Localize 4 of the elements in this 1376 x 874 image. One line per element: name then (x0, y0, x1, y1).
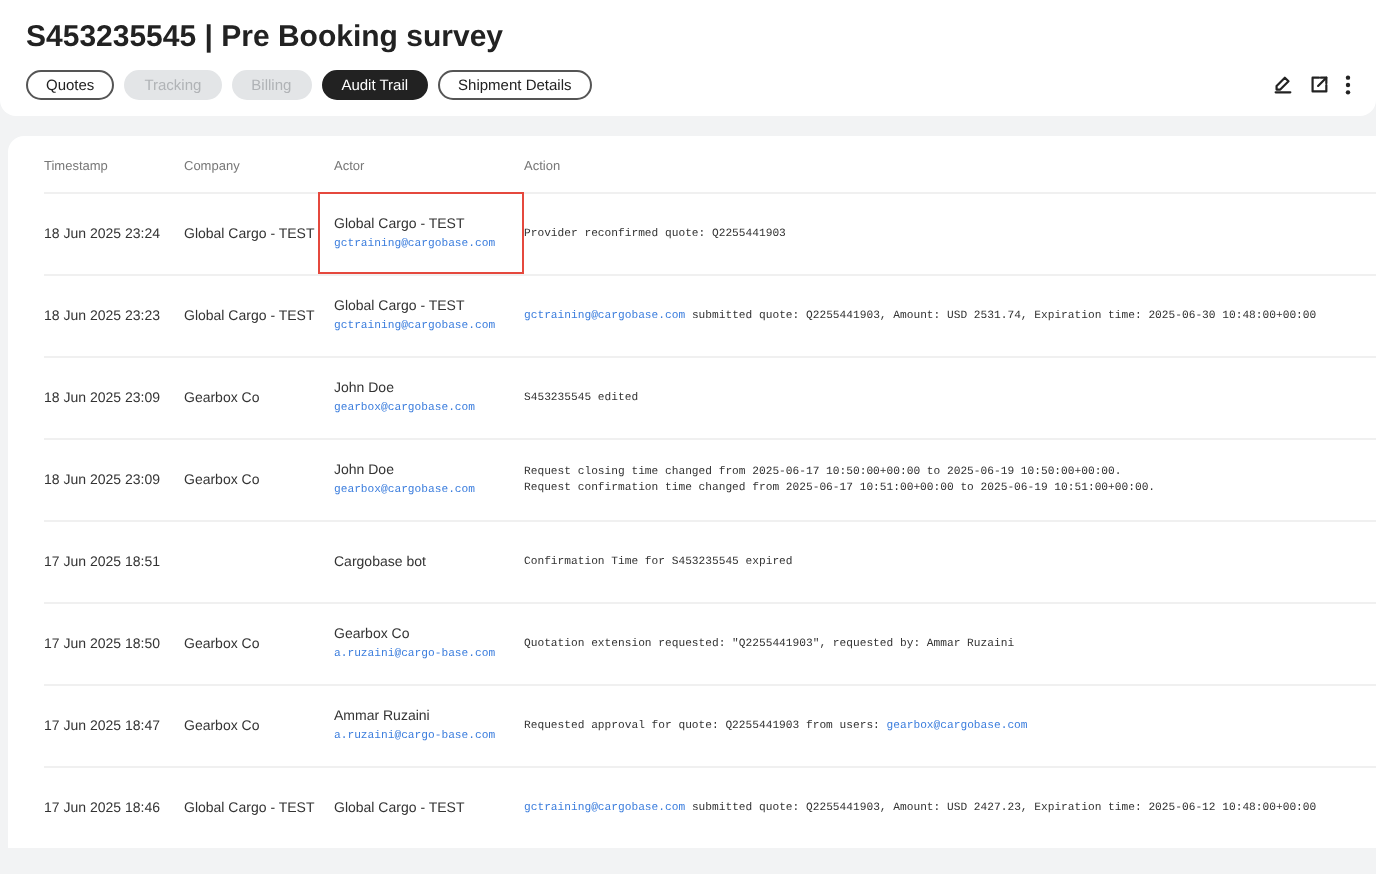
page-title: S453235545 | Pre Booking survey (26, 20, 505, 54)
edit-icon[interactable] (1272, 74, 1294, 96)
share-icon[interactable] (1308, 74, 1330, 96)
more-icon[interactable] (1344, 74, 1352, 96)
